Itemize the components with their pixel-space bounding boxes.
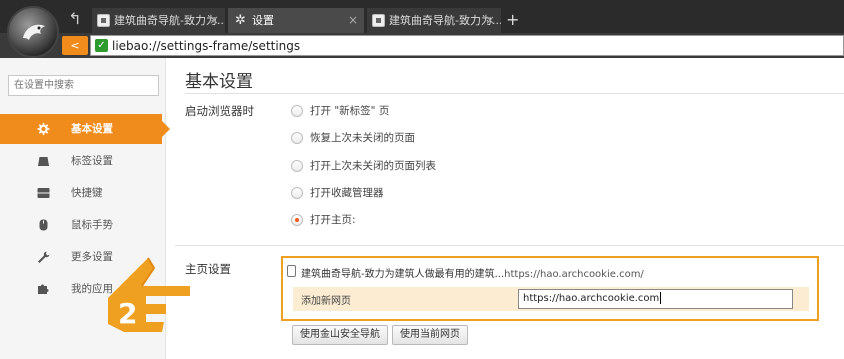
divider: [185, 93, 844, 94]
radio-button-selected[interactable]: [291, 214, 303, 226]
radio-label: 打开 "新标签" 页: [310, 105, 390, 117]
homepage-entry-url: https://hao.archcookie.com/: [504, 269, 644, 280]
cheetah-icon: [23, 24, 45, 40]
gear-icon: [37, 123, 50, 135]
browser-logo[interactable]: [7, 6, 59, 58]
radio-button[interactable]: [291, 187, 303, 199]
homepage-entry[interactable]: 建筑曲奇导航-致力为建筑人做最有用的建筑...https://hao.archc…: [301, 265, 644, 280]
tab-icon: [38, 157, 49, 166]
sidebar-item-tabs[interactable]: 标签设置: [0, 146, 166, 176]
radio-button[interactable]: [291, 160, 303, 172]
radio-label: 恢复上次未关闭的页面: [310, 132, 415, 144]
divider: [175, 245, 844, 246]
startup-section-label: 启动浏览器时: [185, 104, 254, 118]
secure-check-icon: ✓: [95, 39, 108, 52]
tab-title: 设置: [252, 14, 274, 27]
sidebar-item-basic[interactable]: 基本设置: [0, 114, 170, 144]
tab-close-icon[interactable]: ×: [209, 8, 219, 33]
sidebar-item-label: 鼠标手势: [71, 219, 113, 231]
radio-button[interactable]: [291, 105, 303, 117]
radio-label: 打开收藏管理器: [310, 187, 384, 199]
tab-close-icon[interactable]: ×: [348, 8, 358, 33]
text-caret: [660, 292, 662, 304]
tab-archcookie-1[interactable]: 建筑曲奇导航-致力为... ×: [92, 8, 225, 33]
address-bar[interactable]: ✓ liebao://settings-frame/settings: [90, 35, 844, 56]
settings-search-input[interactable]: [8, 75, 159, 96]
homepage-entry-title: 建筑曲奇导航-致力为建筑人做最有用的建筑...: [301, 269, 505, 280]
back-button[interactable]: <: [62, 36, 88, 55]
tab-back-icon[interactable]: ↰: [62, 9, 88, 31]
add-page-row: 添加新网页 https://hao.archcookie.com: [293, 287, 809, 311]
add-page-input-value: https://hao.archcookie.com: [523, 293, 660, 304]
gear-icon: ✲: [235, 13, 246, 28]
wrench-icon: [38, 251, 50, 263]
sidebar-item-mouse-gestures[interactable]: 鼠标手势: [0, 210, 166, 240]
url-text[interactable]: liebao://settings-frame/settings: [112, 37, 300, 55]
mouse-icon: [39, 219, 48, 231]
pointing-hand-annotation-icon: 2: [108, 257, 190, 332]
page-icon: [287, 265, 296, 277]
sidebar-item-label: 基本设置: [71, 123, 113, 135]
sidebar-item-label: 标签设置: [71, 155, 113, 167]
radio-button[interactable]: [291, 132, 303, 144]
page-favicon-icon: [97, 14, 110, 27]
page-favicon-icon: [372, 14, 385, 27]
new-tab-button[interactable]: +: [506, 9, 519, 31]
use-current-page-button[interactable]: 使用当前网页: [392, 325, 468, 345]
add-page-input[interactable]: https://hao.archcookie.com: [518, 289, 793, 309]
radio-label: 打开上次未关闭的页面列表: [310, 160, 436, 172]
tab-close-icon[interactable]: ×: [485, 8, 495, 33]
step-number: 2: [118, 297, 137, 330]
add-page-label: 添加新网页: [301, 296, 351, 307]
tab-settings[interactable]: ✲ 设置 ×: [228, 8, 364, 33]
tab-archcookie-2[interactable]: 建筑曲奇导航-致力为... ×: [367, 8, 501, 33]
puzzle-icon: [38, 284, 49, 294]
keyboard-icon: [37, 188, 50, 198]
sidebar-item-shortcuts[interactable]: 快捷键: [0, 178, 166, 208]
page-title: 基本设置: [185, 72, 253, 92]
use-kingsoft-nav-button[interactable]: 使用金山安全导航: [292, 325, 388, 345]
homepage-list-box: 建筑曲奇导航-致力为建筑人做最有用的建筑...https://hao.archc…: [281, 256, 819, 321]
radio-label: 打开主页:: [310, 214, 356, 226]
sidebar-item-label: 快捷键: [71, 187, 103, 199]
